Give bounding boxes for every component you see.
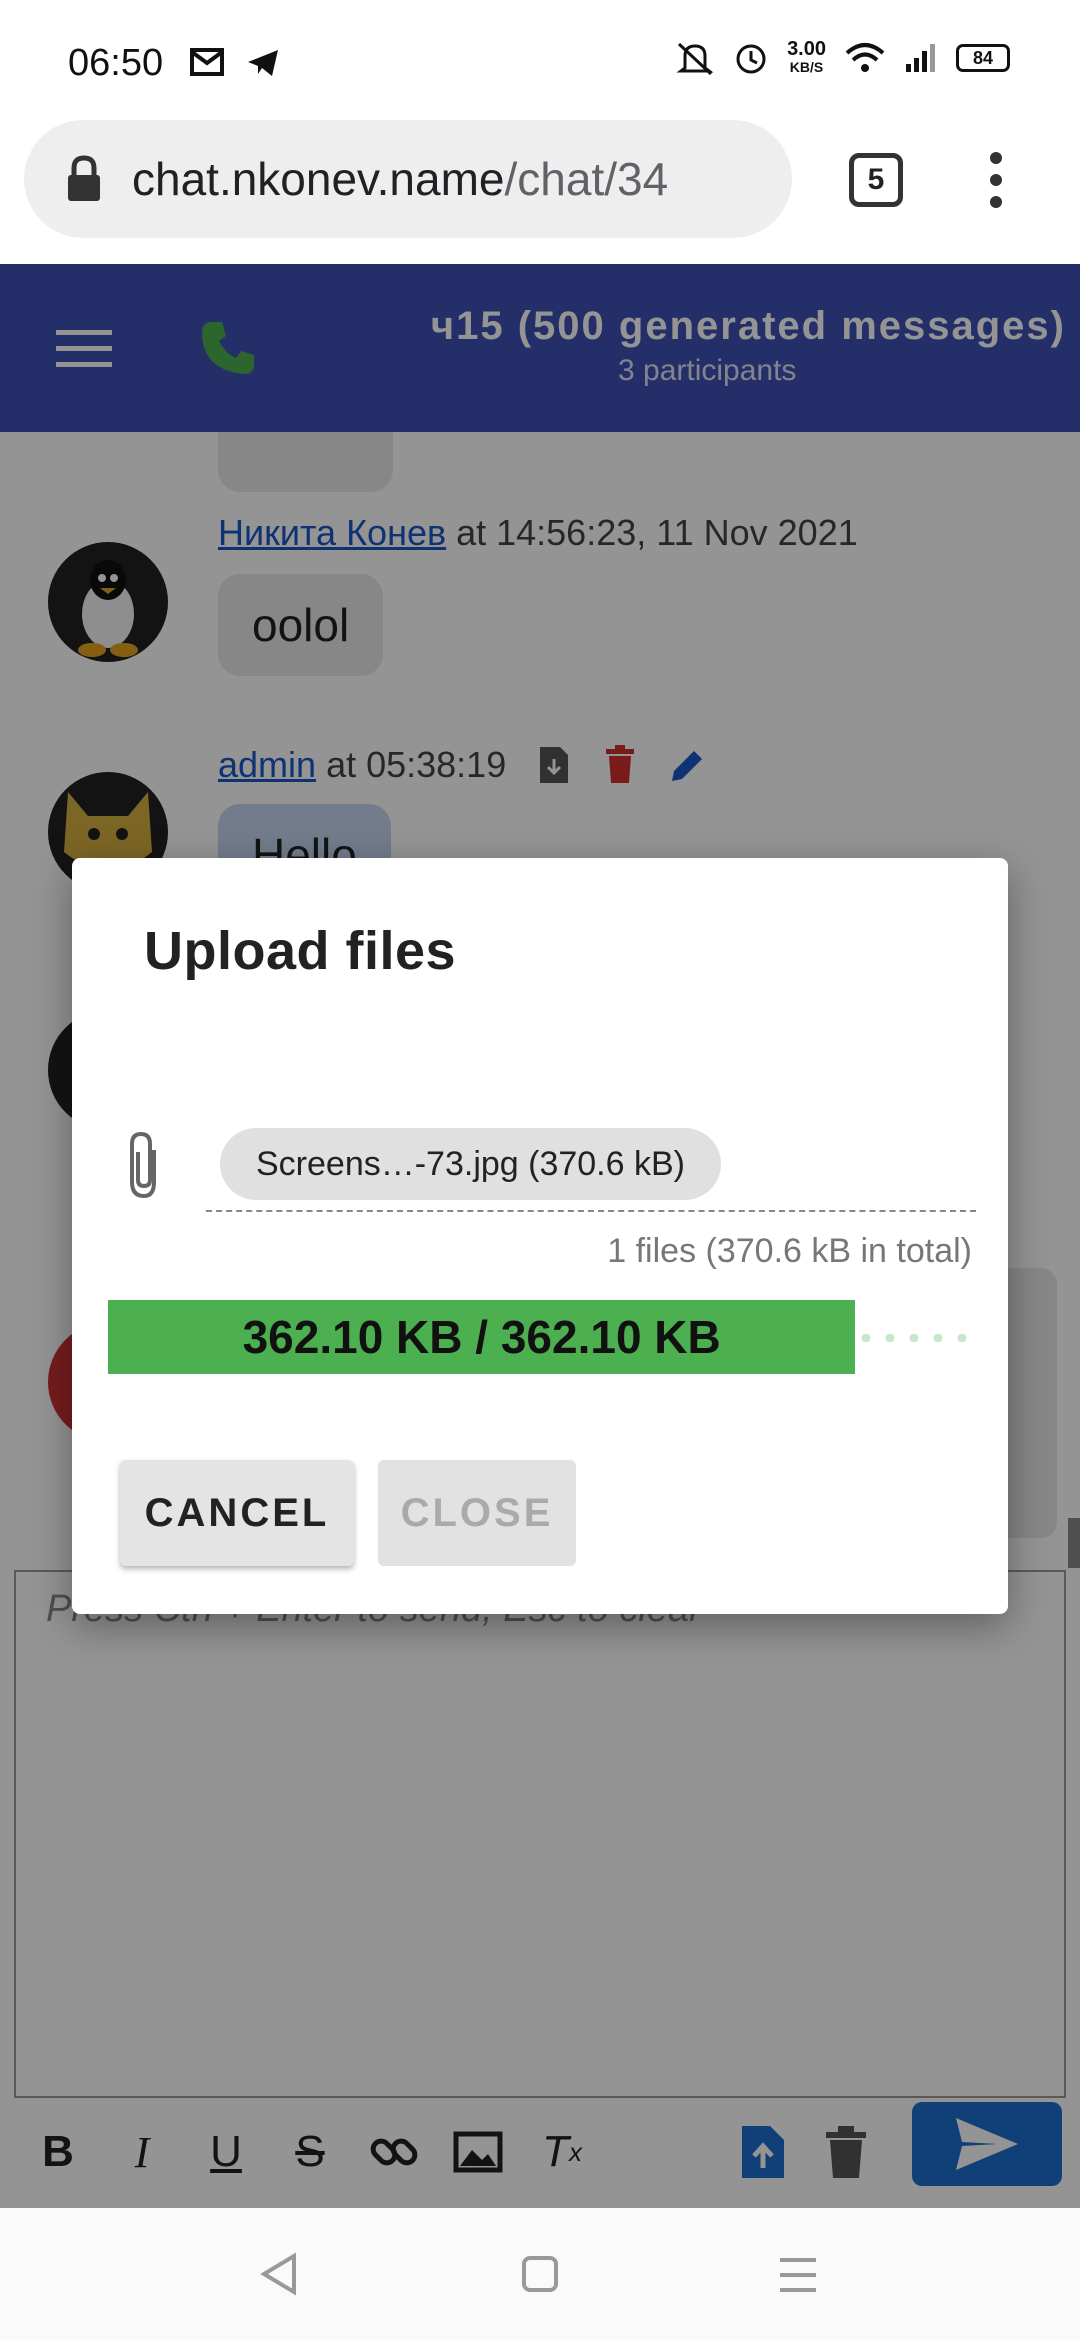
back-icon[interactable] — [258, 2252, 298, 2296]
progress-buffer — [854, 1334, 974, 1342]
modal-scrim[interactable] — [0, 264, 1080, 432]
browser-menu-icon[interactable] — [986, 150, 1006, 210]
lock-icon — [68, 155, 100, 201]
files-total: 1 files (370.6 kB in total) — [607, 1232, 972, 1270]
file-input-underline — [206, 1210, 976, 1212]
telegram-icon — [248, 50, 278, 76]
battery-icon: 84 — [956, 44, 1010, 72]
mail-icon — [190, 48, 224, 76]
cancel-button[interactable]: CANCEL — [120, 1460, 354, 1566]
alarm-icon — [736, 44, 766, 74]
upload-files-dialog: Upload files Screens…-73.jpg (370.6 kB) … — [72, 858, 1008, 1614]
mute-icon — [676, 42, 714, 76]
status-time: 06:50 — [68, 42, 164, 84]
status-bar: 06:50 3.00 KB/S 84 — [0, 0, 1080, 120]
close-button[interactable]: CLOSE — [378, 1460, 576, 1566]
system-icons: 3.00 KB/S 84 — [675, 38, 1010, 76]
url-text: chat.nkonev.name/chat/34 — [132, 153, 669, 205]
tab-switcher-button[interactable]: 5 — [849, 153, 903, 207]
notification-icons — [190, 48, 280, 78]
paperclip-icon[interactable] — [124, 1130, 164, 1200]
signal-icon — [906, 44, 935, 72]
wifi-icon — [845, 43, 885, 72]
progress-text: 362.10 KB / 362.10 KB — [242, 1311, 721, 1363]
recents-icon[interactable] — [778, 2256, 818, 2294]
upload-progress-bar: 362.10 KB / 362.10 KB — [108, 1300, 974, 1374]
file-chip[interactable]: Screens…-73.jpg (370.6 kB) — [220, 1128, 721, 1200]
system-nav-bar — [0, 2208, 1080, 2340]
dialog-title: Upload files — [144, 921, 457, 981]
net-speed: 3.00 KB/S — [787, 38, 826, 75]
address-bar[interactable]: chat.nkonev.name/chat/34 — [24, 120, 792, 238]
home-icon[interactable] — [520, 2254, 560, 2294]
